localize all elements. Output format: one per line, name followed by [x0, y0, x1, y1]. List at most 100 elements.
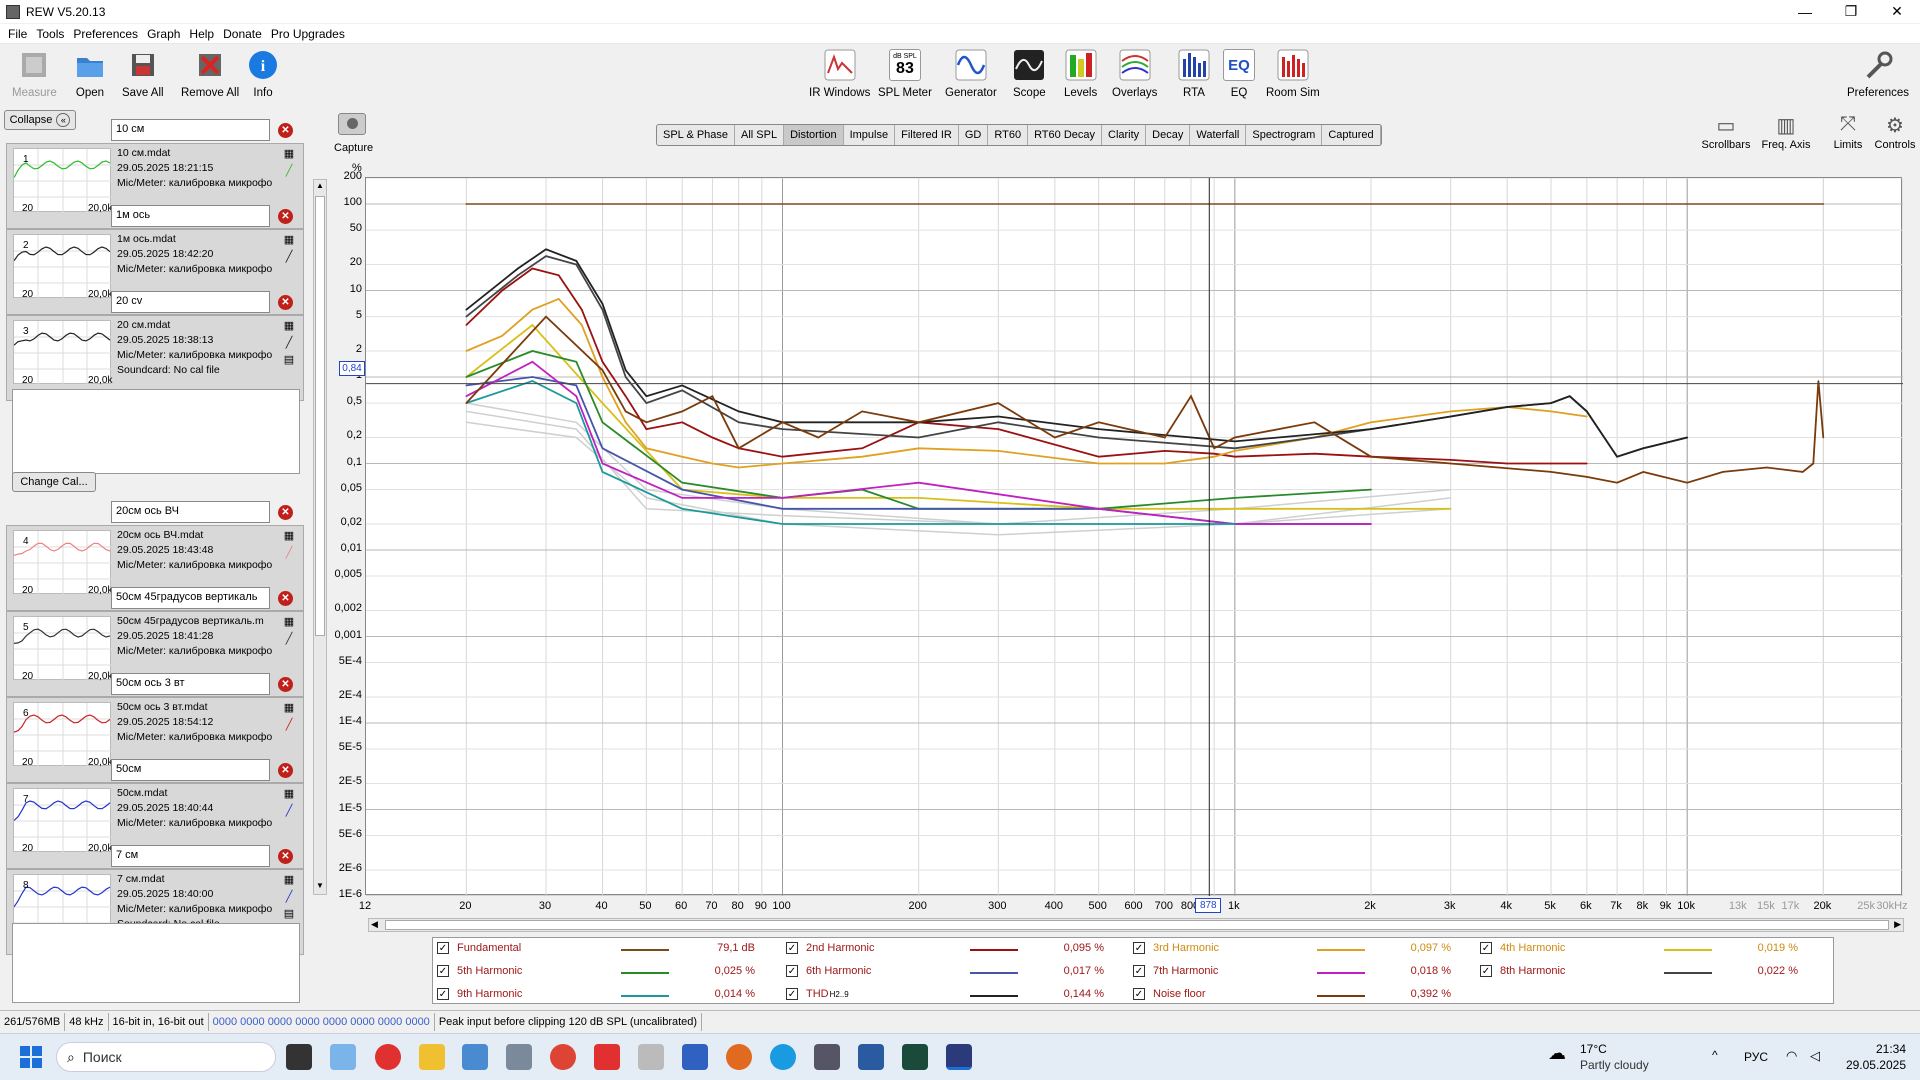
generator-button[interactable]: Generator: [945, 49, 997, 99]
calculator-icon[interactable]: [506, 1044, 532, 1070]
firefox-icon[interactable]: [726, 1044, 752, 1070]
remove-measurement-icon[interactable]: ✕: [278, 849, 293, 864]
graph-h-scrollbar[interactable]: ◀ ▶: [368, 918, 1904, 932]
legend-checkbox[interactable]: ✓: [786, 942, 798, 954]
tab-all-spl[interactable]: All SPL: [735, 125, 785, 145]
wifi-icon[interactable]: ◠: [1786, 1048, 1797, 1064]
remove-measurement-icon[interactable]: ✕: [278, 505, 293, 520]
graph-h-scroll-thumb[interactable]: [385, 920, 1889, 930]
tab-rt60-decay[interactable]: RT60 Decay: [1028, 125, 1102, 145]
measurement-name-input[interactable]: 1м ось: [111, 205, 270, 227]
cal-file-icon[interactable]: ▤: [282, 907, 296, 921]
remove-measurement-icon[interactable]: ✕: [278, 763, 293, 778]
measurement-name-input[interactable]: 50см 45градусов вертикаль: [111, 587, 270, 609]
remove-measurement-icon[interactable]: ✕: [278, 123, 293, 138]
windows-start-icon[interactable]: [20, 1046, 42, 1068]
tab-rt60[interactable]: RT60: [988, 125, 1029, 145]
scroll-right-icon[interactable]: ▶: [1894, 919, 1901, 930]
close-button[interactable]: ✕: [1874, 0, 1920, 23]
measurement-color-icon[interactable]: ╱: [282, 250, 296, 264]
audio-app-icon[interactable]: [858, 1044, 884, 1070]
measurement-name-input[interactable]: 50см: [111, 759, 270, 781]
tab-waterfall[interactable]: Waterfall: [1190, 125, 1247, 145]
measurement-settings-icon[interactable]: ▦: [282, 873, 296, 887]
skype-icon[interactable]: [770, 1044, 796, 1070]
cal-file-icon[interactable]: ▤: [282, 353, 296, 367]
legend-checkbox[interactable]: ✓: [1480, 965, 1492, 977]
remove-measurement-icon[interactable]: ✕: [278, 295, 293, 310]
open-button[interactable]: Open: [74, 49, 106, 99]
legend-checkbox[interactable]: ✓: [786, 965, 798, 977]
scrollbars-button[interactable]: ▭ Scrollbars: [1701, 113, 1751, 151]
measurement-color-icon[interactable]: ╱: [282, 890, 296, 904]
menu-help[interactable]: Help: [189, 27, 214, 41]
measurement-name-input[interactable]: 10 см: [111, 119, 270, 141]
character-map-icon[interactable]: [638, 1044, 664, 1070]
notepad-icon[interactable]: [330, 1044, 356, 1070]
measurement-color-icon[interactable]: ╱: [282, 336, 296, 350]
menu-tools[interactable]: Tools: [36, 27, 64, 41]
measurement-name-input[interactable]: 50см ось 3 вт: [111, 673, 270, 695]
menu-preferences[interactable]: Preferences: [73, 27, 138, 41]
remove-all-button[interactable]: Remove All: [181, 49, 239, 99]
levels-button[interactable]: Levels: [1064, 49, 1097, 99]
terminal-icon[interactable]: [902, 1044, 928, 1070]
legend-item[interactable]: ✓ 7th Harmonic: [1133, 965, 1218, 977]
measurement-settings-icon[interactable]: ▦: [282, 787, 296, 801]
legend-checkbox[interactable]: ✓: [1480, 942, 1492, 954]
ir-windows-button[interactable]: IR Windows: [809, 49, 870, 99]
measurement-settings-icon[interactable]: ▦: [282, 319, 296, 333]
yandex-icon[interactable]: [594, 1044, 620, 1070]
legend-item[interactable]: ✓ 2nd Harmonic: [786, 942, 874, 954]
clock-date[interactable]: 29.05.2025: [1836, 1058, 1906, 1072]
tab-impulse[interactable]: Impulse: [844, 125, 896, 145]
menu-file[interactable]: File: [8, 27, 27, 41]
remove-measurement-icon[interactable]: ✕: [278, 209, 293, 224]
change-cal-button[interactable]: Change Cal...: [12, 472, 96, 492]
room-sim-button[interactable]: Room Sim: [1266, 49, 1320, 99]
remove-measurement-icon[interactable]: ✕: [278, 591, 293, 606]
measurement-settings-icon[interactable]: ▦: [282, 529, 296, 543]
measurement-color-icon[interactable]: ╱: [282, 718, 296, 732]
chrome-icon[interactable]: [550, 1044, 576, 1070]
minimize-button[interactable]: —: [1782, 0, 1828, 23]
scroll-left-icon[interactable]: ◀: [371, 919, 378, 930]
distortion-graph[interactable]: [365, 177, 1903, 896]
file-explorer-icon[interactable]: [419, 1044, 445, 1070]
rta-button[interactable]: RTA: [1178, 49, 1210, 99]
taskbar-search[interactable]: ⌕ Поиск: [56, 1042, 276, 1072]
menu-donate[interactable]: Donate: [223, 27, 262, 41]
legend-item[interactable]: ✓ 6th Harmonic: [786, 965, 871, 977]
measurement-name-input[interactable]: 20см ось ВЧ: [111, 501, 270, 523]
clock-time[interactable]: 21:34: [1836, 1042, 1906, 1056]
volume-icon[interactable]: ◁: [1810, 1048, 1820, 1064]
legend-item[interactable]: ✓ Noise floor: [1133, 988, 1206, 1000]
legend-item[interactable]: ✓ 4th Harmonic: [1480, 942, 1565, 954]
notes-box-1[interactable]: [12, 389, 300, 474]
spl-meter-button[interactable]: dB SPL 83 SPL Meter: [878, 49, 932, 99]
measurement-color-icon[interactable]: ╱: [282, 164, 296, 178]
measurement-settings-icon[interactable]: ▦: [282, 701, 296, 715]
legend-item[interactable]: ✓ THD H2..9: [786, 988, 849, 1000]
save-all-button[interactable]: Save All: [122, 49, 164, 99]
scroll-up-icon[interactable]: ▲: [315, 181, 325, 193]
legend-item[interactable]: ✓ 5th Harmonic: [437, 965, 522, 977]
legend-item[interactable]: ✓ 3rd Harmonic: [1133, 942, 1219, 954]
controls-button[interactable]: ⚙ Controls: [1870, 113, 1920, 151]
freq-axis-button[interactable]: ▥ Freq. Axis: [1761, 113, 1811, 151]
restore-button[interactable]: ❐: [1828, 0, 1874, 23]
yandex-browser-icon[interactable]: [375, 1044, 401, 1070]
remote-desktop-icon[interactable]: [462, 1044, 488, 1070]
menu-graph[interactable]: Graph: [147, 27, 180, 41]
notes-box-2[interactable]: [12, 923, 300, 1003]
eq-button[interactable]: EQ EQ: [1223, 49, 1255, 99]
scope-button[interactable]: Scope: [1013, 49, 1046, 99]
mixer-icon[interactable]: [814, 1044, 840, 1070]
language-indicator[interactable]: РУС: [1744, 1050, 1768, 1064]
tab-captured[interactable]: Captured: [1322, 125, 1381, 145]
menu-pro-upgrades[interactable]: Pro Upgrades: [271, 27, 345, 41]
measurement-settings-icon[interactable]: ▦: [282, 147, 296, 161]
legend-checkbox[interactable]: ✓: [437, 942, 449, 954]
tab-decay[interactable]: Decay: [1146, 125, 1191, 145]
legend-item[interactable]: ✓ Fundamental: [437, 942, 521, 954]
